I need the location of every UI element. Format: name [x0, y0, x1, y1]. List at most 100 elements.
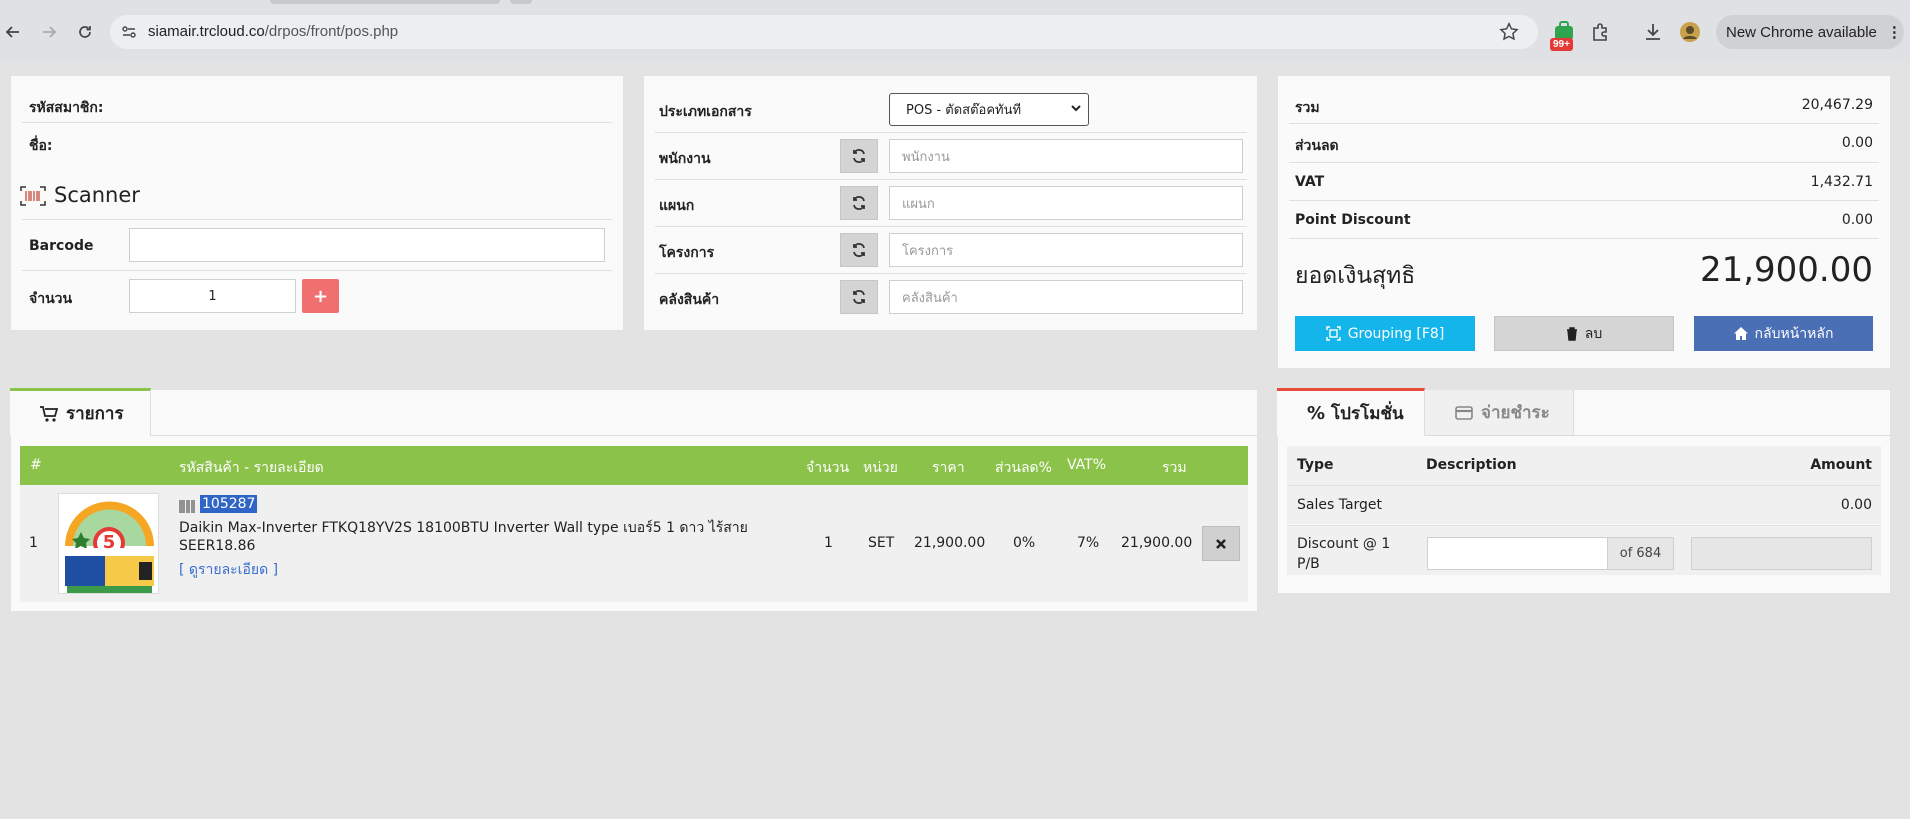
row-total: 21,900.00	[1121, 535, 1193, 551]
row-price: 21,900.00	[914, 535, 986, 551]
summary-point-row: Point Discount 0.00	[1295, 212, 1873, 228]
energy-label-number: 5	[102, 532, 116, 553]
header-unit: หน่วย	[863, 460, 898, 476]
employee-refresh-button[interactable]	[840, 139, 878, 173]
project-input[interactable]: โครงการ	[889, 233, 1243, 267]
employee-input[interactable]: พนักงาน	[889, 139, 1243, 173]
header-code: รหัสสินค้า - รายละเอียด	[179, 460, 324, 476]
forward-icon[interactable]	[36, 19, 62, 45]
browser-tab-close[interactable]	[510, 0, 532, 4]
reload-icon[interactable]	[72, 19, 98, 45]
promo-header-description: Description	[1426, 457, 1517, 473]
net-total-label: ยอดเงินสุทธิ	[1295, 263, 1416, 289]
promo-header-type: Type	[1297, 457, 1334, 473]
row-unit: SET	[868, 535, 895, 551]
quantity-label: จำนวน	[29, 291, 73, 307]
delete-button[interactable]: ลบ	[1494, 316, 1674, 351]
credit-card-icon	[1455, 405, 1473, 420]
summary-point-value: 0.00	[1841, 212, 1873, 228]
summary-discount-value: 0.00	[1841, 135, 1873, 151]
warehouse-input[interactable]: คลังสินค้า	[889, 280, 1243, 314]
row-discount: 0%	[1013, 535, 1036, 551]
doc-type-label: ประเภทเอกสาร	[659, 104, 752, 120]
summary-discount-row: ส่วนลด 0.00	[1295, 135, 1873, 154]
promo-row-amount: 0.00	[1840, 497, 1872, 513]
member-code-label: รหัสสมาชิก:	[29, 100, 104, 116]
percent-icon: %	[1307, 403, 1326, 424]
barcode-label: Barcode	[29, 238, 94, 254]
quantity-input[interactable]: 1	[129, 279, 296, 313]
promotion-table-header	[1287, 446, 1881, 485]
department-label: แผนก	[659, 198, 695, 214]
refresh-icon	[853, 290, 865, 304]
close-icon	[1216, 538, 1226, 549]
tab-payment[interactable]: จ่ายชำระ	[1425, 390, 1574, 436]
department-refresh-button[interactable]	[840, 186, 878, 220]
trash-icon	[1566, 326, 1577, 341]
back-icon[interactable]	[0, 19, 26, 45]
profile-avatar-icon[interactable]	[1678, 20, 1702, 44]
summary-vat-value: 1,432.71	[1810, 174, 1873, 190]
summary-vat-row: VAT 1,432.71	[1295, 174, 1873, 190]
summary-total-row: รวม 20,467.29	[1295, 97, 1873, 116]
project-label: โครงการ	[659, 245, 715, 261]
promo-row-discount-type: Discount @ 1 P/B	[1297, 536, 1391, 572]
barcode-scanner-icon	[20, 186, 46, 208]
chevron-down-icon	[1070, 102, 1082, 118]
chrome-update-button[interactable]: New Chrome available ⋮	[1716, 15, 1904, 49]
bookmark-star-icon[interactable]	[1498, 21, 1520, 43]
product-code[interactable]: 105287	[200, 495, 258, 513]
promo-discount-amount-field	[1691, 537, 1872, 570]
refresh-icon	[853, 149, 865, 163]
add-item-button[interactable]: +	[302, 279, 339, 313]
project-refresh-button[interactable]	[840, 233, 878, 267]
product-name-line2: SEER18.86	[179, 538, 256, 554]
employee-label: พนักงาน	[659, 151, 711, 167]
refresh-icon	[853, 196, 865, 210]
header-qty: จำนวน	[806, 460, 850, 476]
row-qty: 1	[824, 535, 833, 551]
header-vat: VAT%	[1067, 457, 1107, 473]
barcode-icon	[179, 498, 197, 513]
home-icon	[1733, 327, 1748, 340]
summary-total-value: 20,467.29	[1801, 97, 1873, 113]
row-vat: 7%	[1077, 535, 1100, 551]
product-detail-link[interactable]: [ ดูรายละเอียด ]	[179, 559, 278, 581]
barcode-input[interactable]	[129, 228, 605, 262]
remove-item-button[interactable]	[1202, 526, 1240, 561]
puzzle-extensions-icon[interactable]	[1589, 20, 1613, 44]
department-input[interactable]: แผนก	[889, 186, 1243, 220]
grouping-button[interactable]: Grouping [F8]	[1295, 316, 1475, 351]
tab-items[interactable]: รายการ	[10, 388, 151, 436]
site-info-icon[interactable]	[121, 24, 137, 40]
address-bar[interactable]: siamair.trcloud.co/drpos/front/pos.php	[110, 15, 1538, 49]
row-num: 1	[29, 535, 38, 551]
grouping-icon	[1325, 326, 1341, 341]
header-discount: ส่วนลด%	[995, 460, 1052, 476]
download-icon[interactable]	[1641, 20, 1665, 44]
extension-badge: 99+	[1550, 38, 1573, 51]
product-image[interactable]: 5	[58, 493, 159, 594]
promo-discount-of-label: of 684	[1607, 537, 1674, 570]
browser-toolbar: siamair.trcloud.co/drpos/front/pos.php 9…	[0, 0, 1910, 62]
browser-tab[interactable]	[270, 0, 500, 4]
product-name-line1: Daikin Max-Inverter FTKQ18YV2S 18100BTU …	[179, 520, 748, 536]
promo-header-amount: Amount	[1810, 457, 1872, 473]
scanner-title: Scanner	[54, 183, 140, 207]
refresh-icon	[853, 243, 865, 257]
header-price: ราคา	[932, 460, 965, 476]
cart-icon	[40, 405, 58, 422]
more-menu-icon[interactable]: ⋮	[1887, 23, 1902, 41]
member-name-label: ชื่อ:	[29, 138, 53, 154]
net-total-value: 21,900.00	[1699, 250, 1873, 290]
doc-type-select[interactable]: POS - ตัดสต๊อคทันที	[889, 93, 1089, 126]
home-button[interactable]: กลับหน้าหลัก	[1694, 316, 1873, 351]
header-num: #	[30, 457, 42, 473]
warehouse-refresh-button[interactable]	[840, 280, 878, 314]
promo-discount-input[interactable]	[1427, 537, 1608, 570]
warehouse-label: คลังสินค้า	[659, 292, 720, 308]
header-total: รวม	[1162, 460, 1187, 476]
tab-promotion[interactable]: % โปรโมชั่น	[1277, 388, 1425, 436]
promo-row-type: Sales Target	[1297, 497, 1383, 513]
url-text[interactable]: siamair.trcloud.co/drpos/front/pos.php	[148, 23, 398, 40]
